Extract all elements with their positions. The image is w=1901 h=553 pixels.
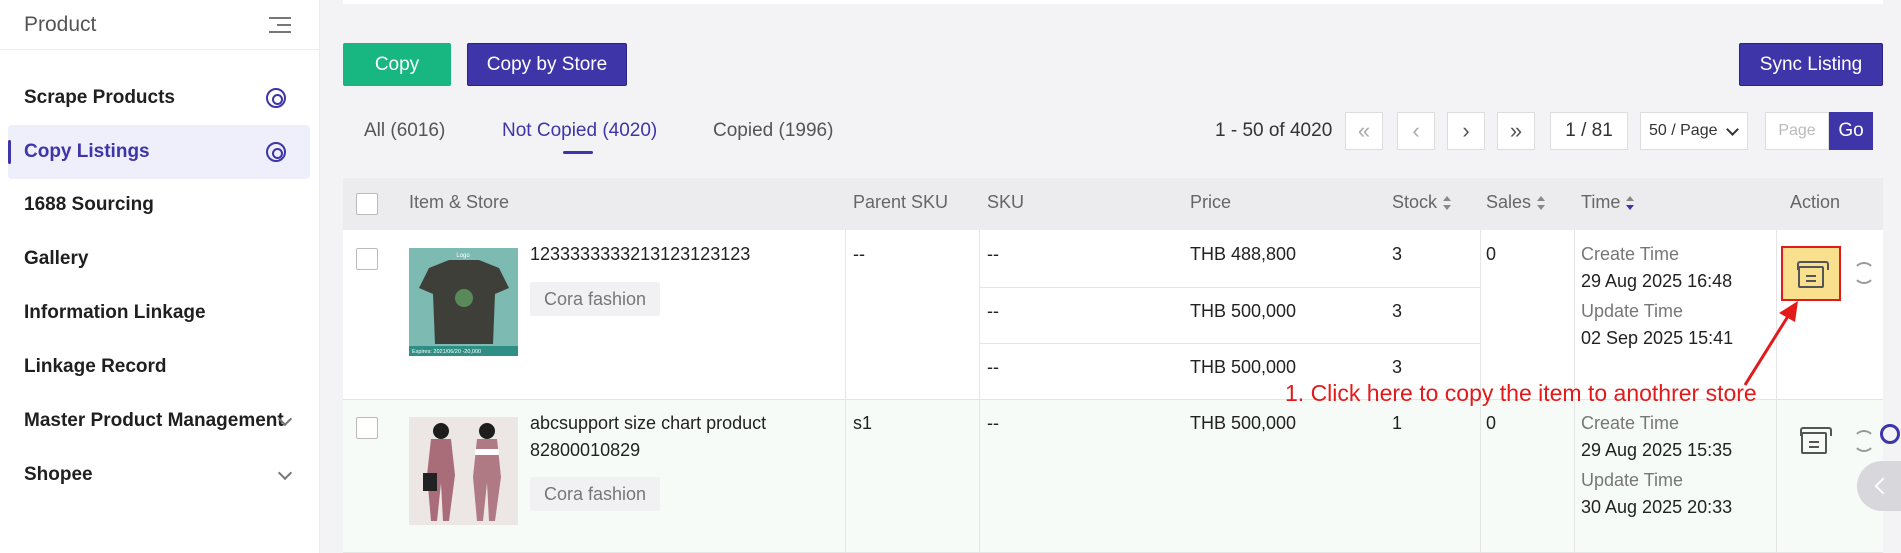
- expand-panel-button[interactable]: [1857, 461, 1901, 511]
- annotation-arrow: [1743, 301, 1798, 386]
- annotation-text: 1. Click here to copy the item to anothr…: [1285, 380, 1757, 406]
- search-icon[interactable]: [1880, 424, 1900, 444]
